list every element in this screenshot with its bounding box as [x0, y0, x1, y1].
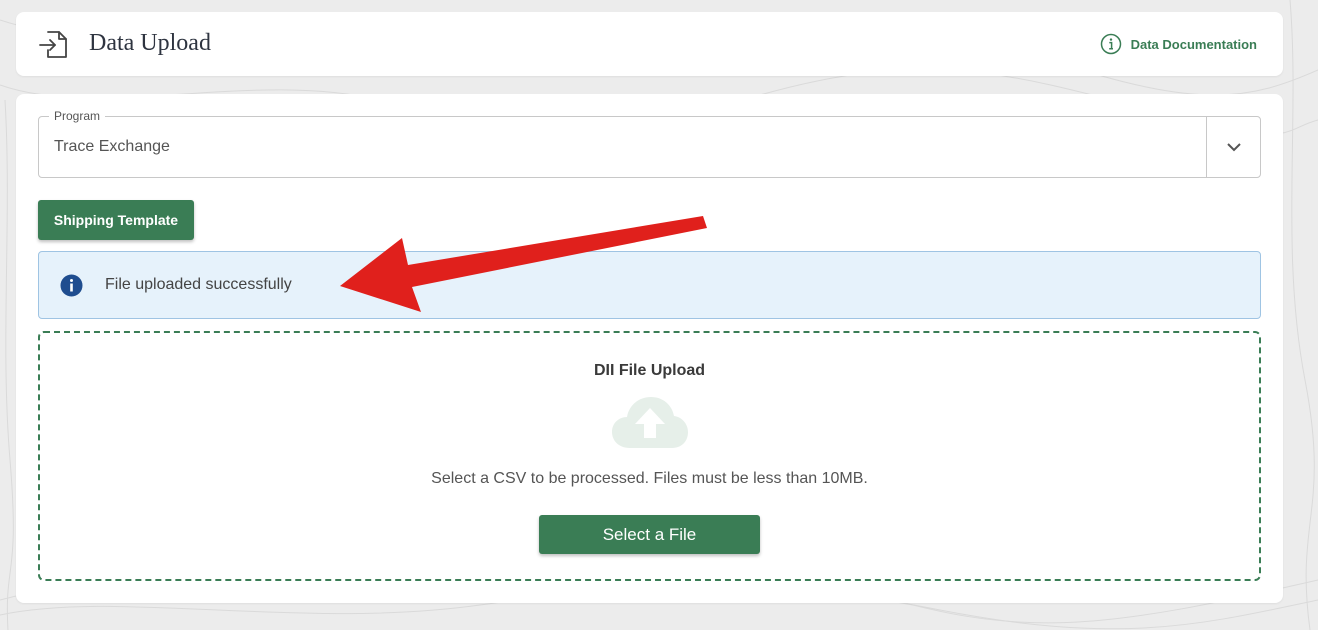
info-circle-icon [1100, 33, 1121, 55]
upload-description: Select a CSV to be processed. Files must… [431, 470, 868, 487]
data-documentation-label: Data Documentation [1130, 36, 1257, 52]
upload-title: DII File Upload [593, 362, 706, 379]
select-file-button[interactable]: Select a File [539, 515, 760, 554]
select-divider [1206, 117, 1207, 177]
header-bar: Data Upload Data Documentation [16, 12, 1283, 76]
shipping-template-button[interactable]: Shipping Template [38, 200, 194, 240]
cloud-upload-icon [612, 397, 688, 448]
file-import-icon [39, 31, 67, 58]
success-alert: File uploaded successfully [38, 251, 1261, 319]
upload-panel: Program Trace Exchange Shipping Template… [16, 94, 1283, 603]
chevron-down-icon[interactable] [1226, 140, 1242, 154]
program-label: Program [49, 109, 106, 123]
alert-message: File uploaded successfully [105, 276, 292, 293]
info-filled-icon [60, 274, 83, 297]
file-drop-zone[interactable]: DII File Upload Select a CSV to be proce… [38, 331, 1261, 581]
page-title: Data Upload [89, 30, 211, 56]
data-documentation-link[interactable]: Data Documentation [1100, 33, 1257, 55]
program-select[interactable]: Program Trace Exchange [38, 109, 1261, 178]
program-selected-value: Trace Exchange [54, 138, 170, 155]
